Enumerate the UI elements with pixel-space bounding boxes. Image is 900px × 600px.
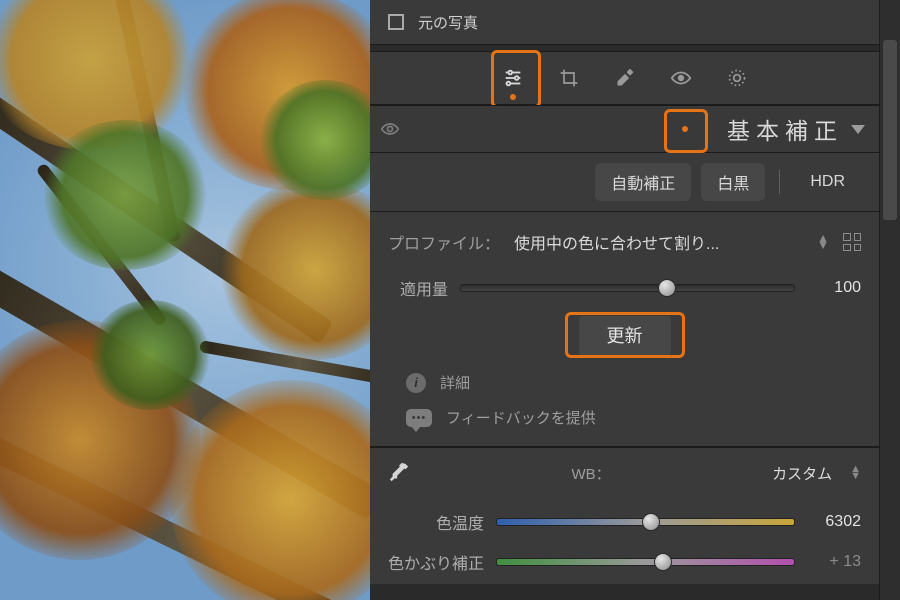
active-dot-icon — [510, 94, 516, 100]
modified-dot-icon — [682, 126, 688, 132]
separator — [779, 170, 780, 194]
amount-slider[interactable] — [460, 284, 795, 292]
slider-knob[interactable] — [658, 279, 676, 297]
stepper-icon[interactable]: ▲▼ — [850, 466, 861, 480]
tool-strip — [370, 51, 879, 105]
treatment-row: 自動補正 白黒 HDR — [370, 153, 879, 212]
redeye-icon[interactable] — [670, 67, 692, 89]
eyedropper-icon[interactable] — [388, 462, 410, 484]
basic-panel-title: 基本補正 — [727, 112, 843, 146]
tint-value[interactable]: + 13 — [807, 553, 861, 571]
amount-label: 適用量 — [388, 276, 448, 300]
profile-dropdown[interactable]: 使用中の色に合わせて割り... — [514, 230, 803, 254]
visibility-icon[interactable] — [380, 119, 400, 139]
scrollbar-thumb[interactable] — [883, 40, 897, 220]
details-row[interactable]: i 詳細 — [388, 366, 861, 401]
info-icon: i — [406, 373, 426, 393]
temp-value[interactable]: 6302 — [807, 513, 861, 531]
develop-panel: 元の写真 — [370, 0, 900, 600]
amount-value[interactable]: 100 — [807, 279, 861, 297]
wb-label: WB： — [424, 463, 758, 484]
update-button[interactable]: 更新 — [579, 316, 671, 356]
original-photo-row[interactable]: 元の写真 — [370, 0, 879, 45]
feedback-row[interactable]: フィードバックを提供 — [388, 401, 861, 446]
temp-label: 色温度 — [388, 510, 484, 534]
crop-icon[interactable] — [558, 67, 580, 89]
bw-button[interactable]: 白黒 — [701, 163, 765, 201]
slider-knob[interactable] — [642, 513, 660, 531]
image-preview[interactable] — [0, 0, 370, 600]
profile-section: プロファイル： 使用中の色に合わせて割り... ▲▼ 適用量 100 更新 — [370, 212, 879, 447]
chat-icon — [406, 409, 432, 427]
temp-slider[interactable] — [496, 518, 795, 526]
stepper-icon[interactable]: ▲▼ — [817, 235, 829, 249]
sliders-icon[interactable] — [502, 67, 524, 89]
feedback-label: フィードバックを提供 — [446, 407, 596, 428]
wb-dropdown[interactable]: カスタム — [772, 463, 832, 484]
auto-tone-button[interactable]: 自動補正 — [595, 163, 691, 201]
panel-scrollbar[interactable] — [879, 0, 900, 600]
radial-icon[interactable] — [726, 67, 748, 89]
white-balance-section: WB： カスタム ▲▼ 色温度 6302 色かぶり補正 + 13 — [370, 447, 879, 584]
original-photo-label: 元の写真 — [418, 12, 478, 33]
tint-slider[interactable] — [496, 558, 795, 566]
hdr-button[interactable]: HDR — [794, 166, 861, 198]
app-root: 元の写真 — [0, 0, 900, 600]
square-icon — [388, 14, 404, 30]
basic-panel-header[interactable]: 基本補正 — [370, 105, 879, 153]
tint-label: 色かぶり補正 — [388, 550, 484, 574]
heal-icon[interactable] — [614, 67, 636, 89]
profile-label: プロファイル： — [388, 230, 500, 254]
profile-browser-icon[interactable] — [843, 233, 861, 251]
slider-knob[interactable] — [654, 553, 672, 571]
chevron-down-icon[interactable] — [851, 125, 865, 134]
details-label: 詳細 — [440, 372, 470, 393]
